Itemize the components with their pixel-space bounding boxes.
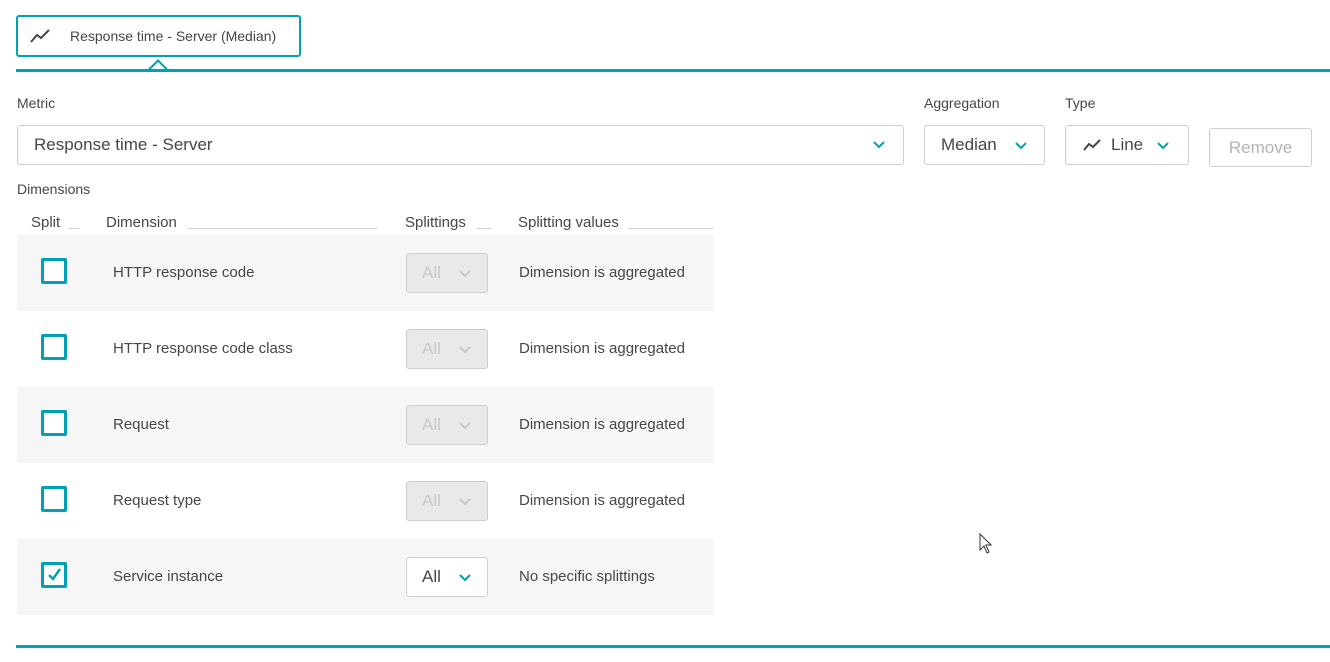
- dimension-name: HTTP response code class: [113, 340, 293, 357]
- splitting-value: Dimension is aggregated: [519, 416, 685, 433]
- split-checkbox[interactable]: [41, 486, 67, 512]
- dimension-row: Request type All Dimension is aggregated: [17, 463, 714, 539]
- splitting-select-value: All: [422, 415, 441, 434]
- aggregation-select-value: Median: [941, 135, 997, 154]
- metric-select-value: Response time - Server: [34, 135, 213, 154]
- chevron-down-icon: [873, 141, 885, 149]
- splitting-select: All: [406, 481, 488, 521]
- header-divider: [69, 228, 79, 229]
- aggregation-select[interactable]: Median: [924, 125, 1045, 165]
- dimension-name: HTTP response code: [113, 264, 255, 281]
- splitting-value: No specific splittings: [519, 568, 655, 585]
- metric-tab[interactable]: Response time - Server (Median): [16, 15, 301, 57]
- column-header-split: Split: [31, 214, 61, 231]
- chevron-down-icon: [1015, 142, 1027, 150]
- dimensions-table-header: Split Dimension Splittings Splitting val…: [17, 210, 714, 235]
- section-divider-bottom: [16, 645, 1330, 648]
- split-checkbox[interactable]: [41, 258, 67, 284]
- metric-label: Metric: [17, 95, 56, 111]
- dimension-row: Request All Dimension is aggregated: [17, 387, 714, 463]
- split-checkbox[interactable]: [41, 334, 67, 360]
- splitting-select: All: [406, 253, 488, 293]
- header-divider: [477, 228, 491, 229]
- mouse-cursor-icon: [979, 533, 993, 554]
- chevron-down-icon: [459, 270, 471, 278]
- splitting-value: Dimension is aggregated: [519, 340, 685, 357]
- chevron-down-icon: [1157, 142, 1169, 150]
- chevron-down-icon: [459, 498, 471, 506]
- checkmark-icon: [48, 568, 62, 581]
- chevron-down-icon: [459, 346, 471, 354]
- remove-button[interactable]: Remove: [1209, 128, 1312, 167]
- splitting-select-value: All: [422, 339, 441, 358]
- split-checkbox[interactable]: [41, 410, 67, 436]
- line-chart-icon: [1083, 139, 1101, 151]
- splitting-select: All: [406, 329, 488, 369]
- dimension-name: Request: [113, 416, 169, 433]
- metric-tab-label: Response time - Server (Median): [70, 28, 277, 44]
- splitting-select-value: All: [422, 491, 441, 510]
- header-divider: [187, 228, 378, 229]
- line-chart-icon: [30, 29, 50, 43]
- splitting-value: Dimension is aggregated: [519, 492, 685, 509]
- metric-select[interactable]: Response time - Server: [17, 125, 904, 165]
- column-header-splittings: Splittings: [405, 214, 466, 231]
- aggregation-label: Aggregation: [924, 95, 1000, 111]
- dimension-name: Service instance: [113, 568, 224, 585]
- column-header-splitting-values: Splitting values: [518, 214, 619, 231]
- type-select-value: Line: [1111, 135, 1144, 154]
- dimension-name: Request type: [113, 492, 202, 509]
- dimension-row: Service instance All No specific splitti…: [17, 539, 714, 615]
- splitting-value: Dimension is aggregated: [519, 264, 685, 281]
- dimensions-title: Dimensions: [17, 181, 91, 197]
- dimensions-table: Split Dimension Splittings Splitting val…: [17, 210, 714, 615]
- splitting-select-value: All: [422, 263, 441, 282]
- column-header-dimension: Dimension: [106, 214, 177, 231]
- dimension-row: HTTP response code All Dimension is aggr…: [17, 235, 714, 311]
- splitting-select-value: All: [422, 567, 441, 586]
- splitting-select[interactable]: All: [406, 557, 488, 597]
- type-select[interactable]: Line: [1065, 125, 1189, 165]
- split-checkbox[interactable]: [41, 562, 67, 588]
- chevron-down-icon: [459, 574, 471, 582]
- type-label: Type: [1065, 95, 1096, 111]
- splitting-select: All: [406, 405, 488, 445]
- header-divider: [628, 228, 714, 229]
- dimension-row: HTTP response code class All Dimension i…: [17, 311, 714, 387]
- section-divider-top: [16, 69, 1330, 72]
- chevron-down-icon: [459, 422, 471, 430]
